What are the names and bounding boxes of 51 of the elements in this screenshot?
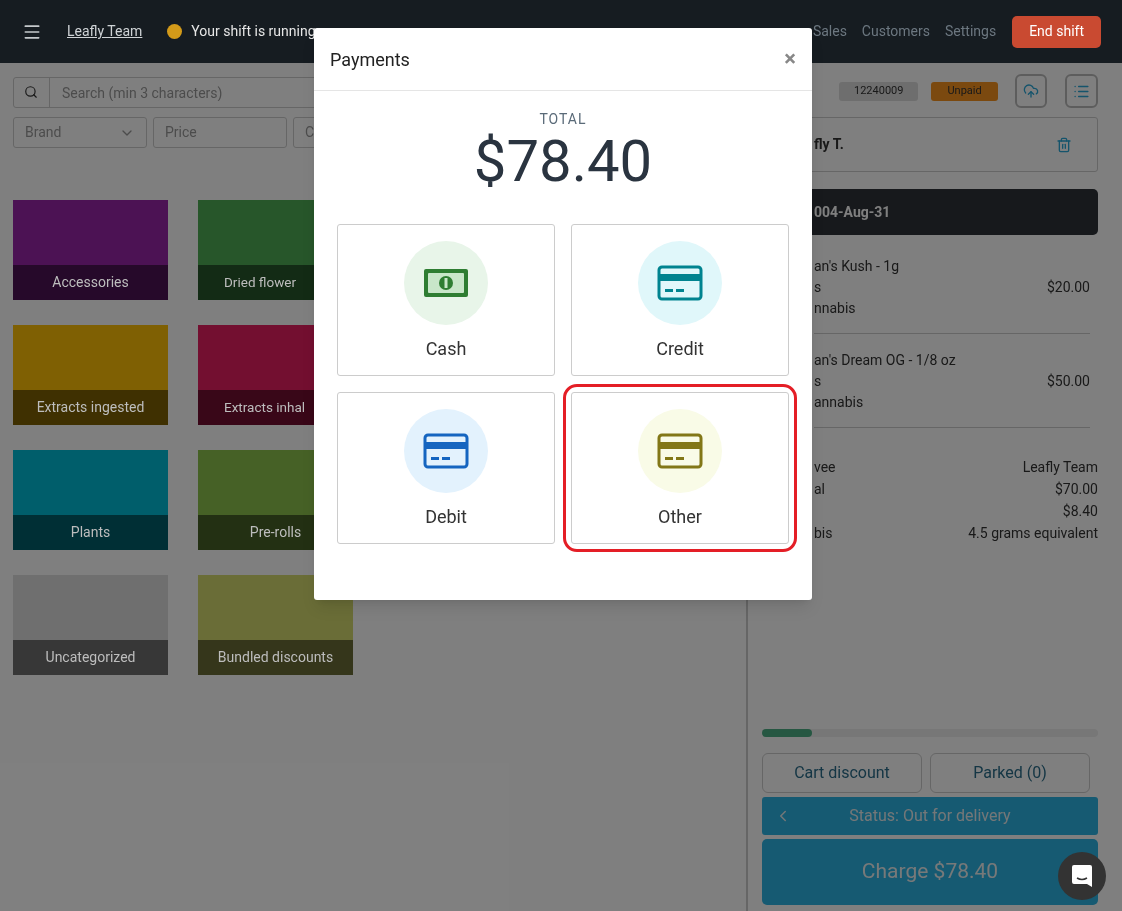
order-number: 12240009 [839,81,919,101]
card-icon [657,433,703,469]
summary-label: bis [814,524,833,543]
summary-value: Leafly Team [1022,458,1098,477]
summary-label: al [814,480,826,499]
category-tile[interactable]: Extracts ingested [13,325,168,425]
upload-button[interactable] [1014,74,1048,108]
card-icon [657,265,703,301]
card-icon [423,433,469,469]
summary-value: 4.5 grams equivalent [968,524,1098,543]
dialog-title: Payments [330,47,411,72]
nav-link[interactable]: Settings [945,21,997,42]
close-button[interactable]: × [784,48,796,70]
nav-link[interactable]: Customers [861,21,930,42]
summary-value: $8.40 [1062,502,1098,521]
item-name: an's Kush - 1g [814,257,901,276]
list-button[interactable] [1065,74,1098,108]
category-label: Plants [13,515,168,550]
total-label: TOTAL [539,110,587,129]
trash-icon[interactable] [1056,136,1072,153]
item-category: annabis [814,393,865,412]
summary-value: $70.00 [1054,480,1098,499]
cloud-upload-icon [1023,83,1040,99]
category-tile[interactable]: Uncategorized [13,575,168,675]
customer-name: fly T. [814,135,845,154]
item-category: nnabis [814,299,857,318]
item-price: $50.00 [1046,372,1090,391]
item-name: an's Dream OG - 1/8 oz [814,351,957,370]
banknote-icon [423,268,469,298]
category-tile[interactable]: Bundled discounts [198,575,353,675]
item-price: $20.00 [1046,278,1090,297]
category-tile[interactable]: Plants [13,450,168,550]
order-date: 004-Aug-31 [814,202,891,222]
category-label: Bundled discounts [198,640,353,675]
team-link[interactable]: Leafly Team [67,21,143,42]
summary-label: vee [814,458,836,477]
category-label: Uncategorized [13,640,168,675]
item-detail: s [814,278,822,297]
category-label: Extracts ingested [13,390,168,425]
warning-icon [167,24,183,39]
search-icon [24,85,38,99]
category-label: Accessories [13,265,168,300]
total-amount: $78.40 [473,130,653,192]
payment-status-badge: Unpaid [931,81,998,101]
end-shift-button[interactable]: End shift [1012,15,1101,48]
chat-icon [1071,864,1093,888]
payment-method-button[interactable]: Other [563,384,797,552]
category-tile[interactable]: Accessories [13,200,168,300]
item-detail: s [814,372,822,391]
nav-link[interactable]: Sales [812,21,847,42]
shift-notice: Your shift is running [191,22,316,41]
